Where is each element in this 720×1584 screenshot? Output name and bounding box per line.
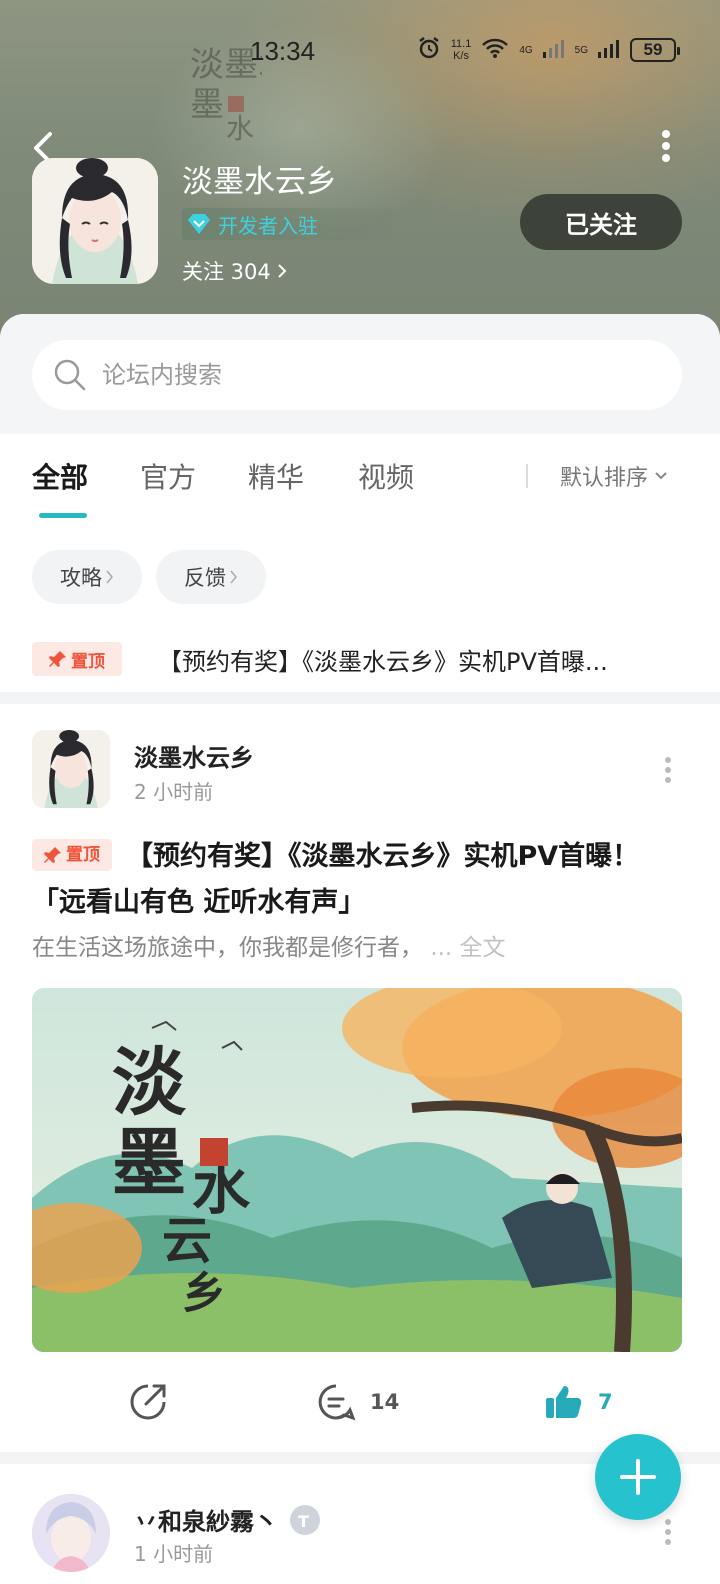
section-divider: [0, 692, 720, 704]
following-count-link[interactable]: 关注 304: [182, 256, 287, 286]
network-speed: 11.1 K/s: [450, 38, 472, 62]
profile-header: 淡墨水 墨 水 13:34 11.1 K/s 4G 5G: [0, 0, 720, 340]
post-title[interactable]: 置顶 【预约有奖】《淡墨水云乡》实机PV首曝！「远看山有色 近听水有声」: [32, 834, 682, 926]
followed-button[interactable]: 已关注: [520, 194, 682, 250]
tab-bar: 全部 官方 精华 视频 默认排序: [0, 452, 720, 532]
read-more-link[interactable]: ... 全文: [430, 935, 505, 961]
forum-name: 淡墨水云乡: [182, 164, 337, 200]
forum-content: 全部 官方 精华 视频 默认排序 攻略 反馈 置顶 【预约有奖】《淡墨水云乡》实…: [0, 314, 720, 1584]
tab-divider: [526, 464, 528, 488]
signal-bars-icon: [542, 38, 565, 62]
developer-badge-label: 开发者入驻: [218, 213, 318, 238]
next-post-author[interactable]: 丷和泉紗霧丶 T: [134, 1502, 322, 1537]
share-button[interactable]: [128, 1382, 168, 1422]
next-post-author-name: 丷和泉紗霧丶: [134, 1508, 278, 1536]
next-post-more-icon[interactable]: [664, 1518, 672, 1546]
svg-text:云: 云: [162, 1211, 212, 1270]
next-post-author-avatar[interactable]: [32, 1494, 110, 1572]
pinned-tag: 置顶: [32, 642, 122, 676]
chevron-right-icon: [278, 264, 287, 278]
thumbs-up-icon: [546, 1386, 582, 1418]
chip-feedback[interactable]: 反馈: [156, 550, 266, 604]
chevron-down-icon: [655, 472, 667, 480]
svg-text:T: T: [298, 1512, 309, 1531]
status-bar: 13:34 11.1 K/s 4G 5G 59: [0, 0, 720, 100]
post-excerpt[interactable]: 在生活这场旅途中，你我都是修行者， ... 全文: [32, 928, 506, 962]
share-icon: [130, 1384, 166, 1420]
following-count-label: 关注 304: [182, 260, 271, 284]
svg-text:淡: 淡: [112, 1040, 187, 1126]
post-excerpt-text: 在生活这场旅途中，你我都是修行者，: [32, 935, 423, 961]
post-actions: 14 7: [0, 1374, 720, 1434]
sort-label: 默认排序: [560, 466, 649, 491]
alarm-icon: [417, 36, 441, 64]
pinned-post-link[interactable]: 置顶 【预约有奖】《淡墨水云乡》实机PV首曝...: [0, 634, 720, 684]
signal-label-4g: 4G: [519, 44, 533, 56]
chip-feedback-label: 反馈: [184, 566, 226, 590]
search-area: [0, 314, 720, 434]
pinned-tag: 置顶: [32, 838, 112, 871]
post-more-icon[interactable]: [664, 756, 672, 784]
comment-icon: [318, 1384, 356, 1421]
active-tab-indicator: [39, 513, 87, 518]
tab-video[interactable]: 视频: [358, 456, 414, 496]
post-cover-image[interactable]: 淡 墨 水 云 乡: [32, 988, 682, 1352]
like-button[interactable]: 7: [544, 1382, 613, 1422]
chip-guide[interactable]: 攻略: [32, 550, 142, 604]
post-title-text: 【预约有奖】《淡墨水云乡》实机PV首曝！「远看山有色 近听水有声」: [32, 841, 640, 918]
chevron-right-icon: [230, 570, 237, 584]
search-bar[interactable]: [32, 340, 682, 410]
signal-label-5g: 5G: [574, 44, 588, 56]
pinned-tag-label: 置顶: [66, 844, 100, 865]
comment-count: 14: [370, 1390, 400, 1414]
comment-button[interactable]: 14: [316, 1382, 399, 1422]
chevron-right-icon: [106, 570, 113, 584]
level-badge-icon: T: [290, 1504, 320, 1535]
svg-text:墨: 墨: [112, 1120, 186, 1206]
svg-text:水: 水: [226, 112, 254, 145]
search-icon: [54, 359, 86, 391]
diamond-icon: [188, 214, 210, 234]
search-input[interactable]: [102, 361, 602, 389]
developer-badge: 开发者入驻: [182, 208, 392, 240]
tab-featured[interactable]: 精华: [248, 456, 304, 496]
next-post-time: 1 小时前: [134, 1542, 214, 1566]
forum-avatar: [32, 158, 158, 284]
wifi-icon: [481, 37, 509, 63]
tab-all[interactable]: 全部: [32, 456, 88, 496]
more-options-icon[interactable]: [658, 128, 674, 164]
post-author-name[interactable]: 淡墨水云乡: [134, 738, 254, 773]
post-time: 2 小时前: [134, 780, 214, 804]
pinned-post-title: 【预约有奖】《淡墨水云乡》实机PV首曝...: [158, 648, 608, 676]
post-author-avatar[interactable]: [32, 730, 110, 808]
clock: 13:34: [250, 36, 316, 66]
chip-guide-label: 攻略: [60, 566, 102, 590]
like-count: 7: [598, 1390, 613, 1414]
battery-indicator: 59: [630, 38, 680, 62]
tab-official[interactable]: 官方: [140, 456, 196, 496]
pin-icon: [44, 846, 61, 863]
pinned-tag-label: 置顶: [71, 651, 105, 672]
signal-bars-icon: [598, 38, 620, 62]
pin-icon: [49, 651, 66, 667]
create-post-button[interactable]: [595, 1434, 681, 1520]
sort-dropdown[interactable]: 默认排序: [560, 460, 668, 492]
plus-icon: [620, 1459, 656, 1495]
svg-text:乡: 乡: [182, 1268, 226, 1319]
